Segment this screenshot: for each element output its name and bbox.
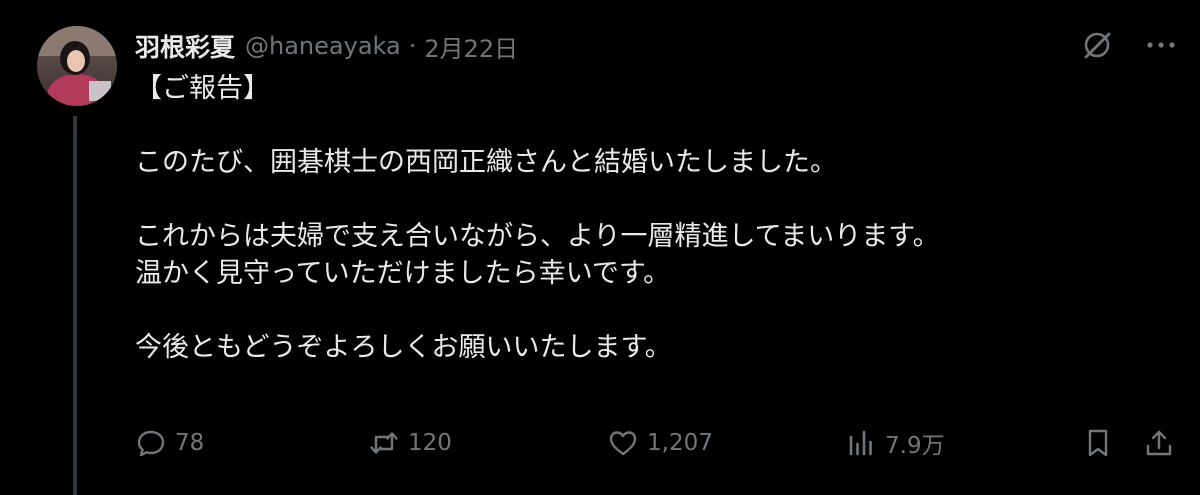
separator-dot: · xyxy=(408,32,417,60)
more-icon[interactable] xyxy=(1144,28,1178,62)
tweet-header: 羽根彩夏 @haneayaka · 2月22日 xyxy=(135,28,518,64)
tweet: 羽根彩夏 @haneayaka · 2月22日 【ご報告】 このたび、囲碁棋士の… xyxy=(0,0,1200,495)
tweet-line: これからは夫婦で支え合いながら、より一層精進してまいります。 xyxy=(135,221,940,252)
like-button[interactable]: 1,207 xyxy=(607,423,713,463)
repost-icon xyxy=(370,432,398,454)
views-count: 7.9万 xyxy=(885,433,945,459)
top-right-icons xyxy=(1080,28,1178,62)
author-handle[interactable]: @haneayaka xyxy=(245,32,401,60)
tweet-line: 今後ともどうぞよろしくお願いいたします。 xyxy=(135,332,672,363)
repost-button[interactable]: 120 xyxy=(368,423,452,463)
share-button[interactable] xyxy=(1143,423,1175,463)
reply-button[interactable]: 78 xyxy=(135,423,204,463)
tweet-line: このたび、囲碁棋士の西岡正織さんと結婚いたしました。 xyxy=(135,147,837,178)
tweet-date[interactable]: 2月22日 xyxy=(424,29,518,64)
views-button[interactable]: 7.9万 xyxy=(845,423,945,463)
like-count: 1,207 xyxy=(647,430,713,456)
grok-icon[interactable] xyxy=(1080,28,1114,62)
views-icon xyxy=(849,430,872,456)
share-icon xyxy=(1146,430,1172,456)
author-display-name[interactable]: 羽根彩夏 xyxy=(135,28,235,64)
like-icon xyxy=(609,431,637,456)
avatar-image xyxy=(37,26,117,106)
thread-connector-line xyxy=(73,116,77,495)
reply-count: 78 xyxy=(175,430,205,456)
repost-count: 120 xyxy=(408,430,452,456)
tweet-text: 【ご報告】 このたび、囲碁棋士の西岡正織さんと結婚いたしました。 これからは夫婦… xyxy=(135,70,1175,366)
reply-icon xyxy=(137,430,165,457)
action-bar: 78 120 1,207 7.9万 xyxy=(135,423,1180,463)
tweet-line: 【ご報告】 xyxy=(135,73,270,104)
bookmark-icon xyxy=(1088,429,1108,457)
bookmark-button[interactable] xyxy=(1082,423,1114,463)
tweet-line: 温かく見守っていただけましたら幸いです。 xyxy=(135,258,671,289)
avatar[interactable] xyxy=(37,26,117,106)
